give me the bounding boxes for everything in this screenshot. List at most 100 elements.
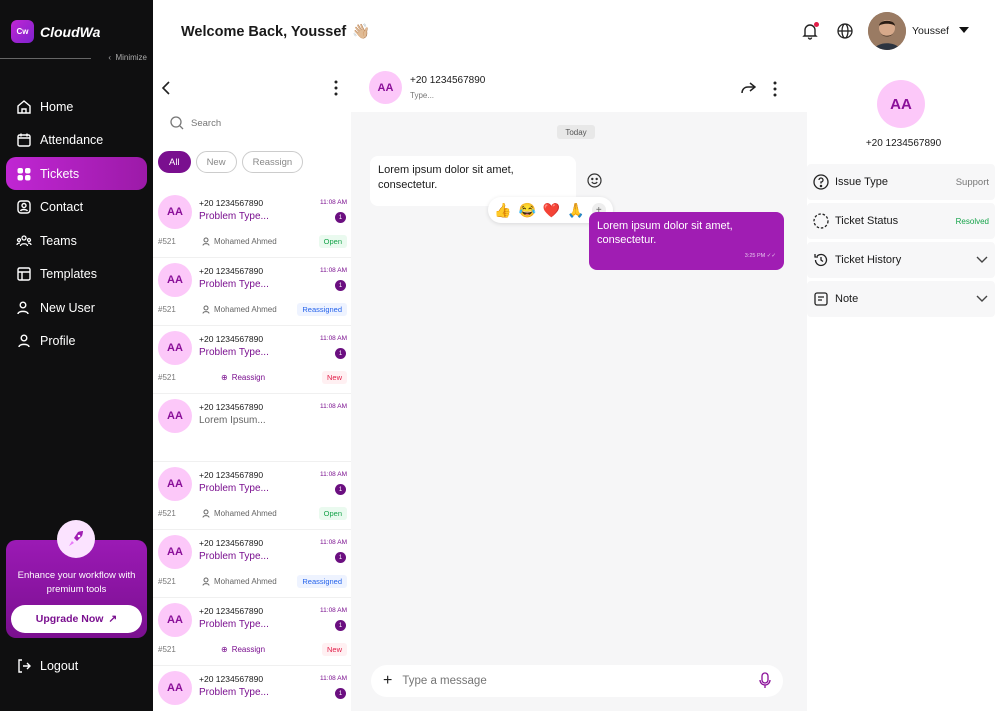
filter-new[interactable]: New [195,151,237,173]
chevron-down-icon [976,256,988,263]
ticket-status-label: Ticket Status [835,215,899,227]
filter-all[interactable]: All [158,151,191,173]
unread-count-badge: 1 [335,212,346,223]
status-badge: New [321,371,347,384]
ticket-phone: +20 1234567890 [199,674,264,684]
ticket-items: AA +20 1234567890 11:08 AM Problem Type... 1… [153,190,351,711]
calendar-icon [17,133,31,147]
sidebar-item-label: Contact [40,200,84,214]
reassign-button[interactable]: ⊕ Reassign [221,373,265,382]
agent-icon [202,305,210,314]
ticket-row[interactable]: AA +20 1234567890 11:08 AM Problem Type... 1… [153,530,351,598]
brand-name: CloudWa [40,23,101,40]
ticket-id: #521 [158,373,176,382]
note-row[interactable]: Note [807,281,995,317]
upgrade-now-button[interactable]: Upgrade Now ↗ [11,605,142,633]
sidebar-item-contact[interactable]: Contact [6,191,147,224]
sidebar-item-label: Tickets [40,166,80,181]
chevron-down-icon [976,295,988,302]
ticket-phone: +20 1234567890 [199,334,264,344]
avatar: AA [158,331,192,365]
caret-down-icon[interactable] [959,27,969,34]
more-vertical-icon[interactable] [334,80,338,96]
upgrade-text: Enhance your workflow with premium tools [17,570,136,595]
logout-button[interactable]: Logout [16,658,78,674]
plus-icon[interactable]: + [383,672,392,690]
home-icon [17,99,31,114]
pray-reaction[interactable]: 🙏 [567,202,584,219]
avatar[interactable]: AA [369,71,402,104]
chat-contact-phone: +20 1234567890 [410,75,486,86]
upgrade-card: Enhance your workflow with premium tools… [6,520,147,638]
sidebar-item-new-user[interactable]: New User [6,291,147,324]
globe-icon[interactable] [836,22,854,40]
minimize-button[interactable]: ‹ Minimize [108,53,147,62]
user-name[interactable]: Youssef [912,25,949,37]
ticket-id: #521 [158,237,176,246]
microphone-icon[interactable] [759,672,771,689]
reassign-label: Reassign [231,373,266,382]
ticket-row[interactable]: AA +20 1234567890 11:08 AM Problem Type... 1… [153,190,351,258]
ticket-time: 11:08 AM [320,335,347,342]
avatar: AA [877,80,925,128]
ticket-phone: +20 1234567890 [199,266,264,276]
sidebar-item-label: New User [40,300,95,315]
ticket-phone: +20 1234567890 [199,606,264,616]
laughing-reaction[interactable]: 😂 [518,202,535,219]
ticket-filters: All New Reassign [158,151,304,173]
ticket-phone: +20 1234567890 [199,402,264,412]
ticket-preview: Problem Type... [199,619,269,630]
ticket-row[interactable]: AA +20 1234567890 11:08 AM Problem Type... 1… [153,258,351,326]
filter-reassign[interactable]: Reassign [241,151,304,173]
sidebar-item-attendance[interactable]: Attendance [6,124,147,157]
notification-dot [814,22,819,27]
avatar: AA [158,603,192,637]
ticket-status-row[interactable]: Ticket Status Resolved [807,203,995,239]
outgoing-message[interactable]: Lorem ipsum dolor sit amet, consectetur.… [589,212,784,270]
reassign-button[interactable]: ⊕ Reassign [221,645,265,654]
ticket-row[interactable]: AA +20 1234567890 11:08 AM Problem Type... 1… [153,326,351,394]
issue-type-row[interactable]: Issue Type Support [807,164,995,200]
ticket-row[interactable]: AA +20 1234567890 11:08 AM Lorem Ipsum... [153,394,351,462]
wave-icon: 👋🏼 [352,24,371,40]
logout-label: Logout [40,659,79,673]
message-time: 3:25 PM ✓✓ [744,253,776,259]
question-circle-icon [813,174,829,190]
unread-count-badge: 1 [335,348,346,359]
ticket-preview: Problem Type... [199,347,269,358]
sidebar-item-templates[interactable]: Templates [6,258,147,291]
sidebar-item-teams[interactable]: Teams [6,224,147,257]
ticket-row[interactable]: AA +20 1234567890 11:08 AM Problem Type... 1… [153,666,351,711]
ticket-list-panel: All New Reassign AA +20 1234567890 11:08 A… [153,62,351,711]
sidebar-item-label: Profile [40,334,76,348]
ticket-row[interactable]: AA +20 1234567890 11:08 AM Problem Type... 1… [153,462,351,530]
back-icon[interactable] [161,81,171,95]
divider [0,58,91,59]
sidebar-item-tickets[interactable]: Tickets [6,157,147,190]
unread-count-badge: 1 [335,484,346,495]
ticket-time: 11:08 AM [320,403,347,410]
status-badge: Open [318,235,347,248]
assigned-agent: Mohamed Ahmed [202,509,277,518]
brand-logo[interactable]: Cw CloudWa [11,20,100,43]
search-box[interactable] [159,108,345,138]
search-input[interactable] [191,117,331,129]
status-badge: New [321,643,347,656]
ticket-list-toolbar [153,62,351,107]
forward-icon[interactable] [740,82,756,94]
emoji-icon[interactable] [587,173,602,188]
message-input[interactable] [402,675,743,687]
ticket-preview: Problem Type... [199,279,269,290]
avatar[interactable] [868,12,906,50]
thumbs-up-reaction[interactable]: 👍 [494,202,511,219]
ticket-row[interactable]: AA +20 1234567890 11:08 AM Problem Type... 1… [153,598,351,666]
contact-icon [17,200,31,214]
more-vertical-icon[interactable] [773,81,777,97]
ticket-time: 11:08 AM [320,199,347,206]
top-header: Welcome Back, Youssef 👋🏼 Youssef [153,0,1000,62]
heart-reaction[interactable]: ❤️ [543,202,560,219]
ticket-history-row[interactable]: Ticket History [807,242,995,278]
status-badge: Reassigned [297,575,347,588]
sidebar-item-home[interactable]: Home [6,90,147,123]
sidebar-item-profile[interactable]: Profile [6,325,147,358]
